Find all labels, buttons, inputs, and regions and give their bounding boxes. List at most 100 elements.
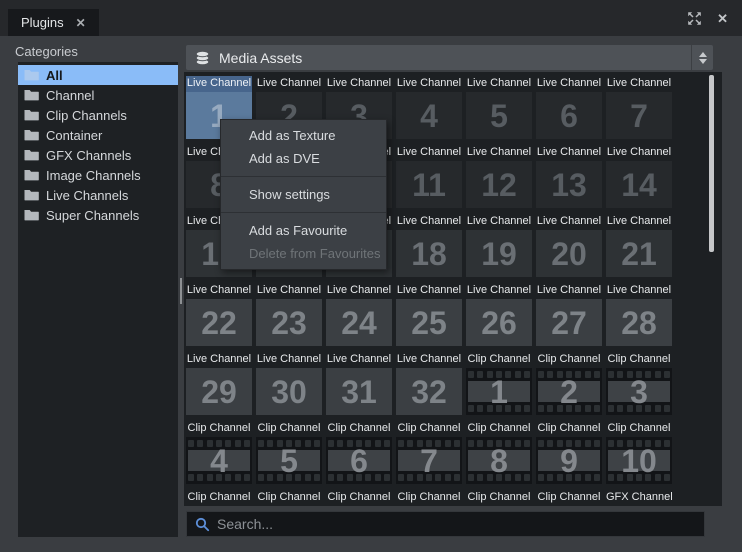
asset-type-spinner[interactable] <box>691 45 713 70</box>
sidebar-item-clip-channels[interactable]: Clip Channels <box>18 105 178 125</box>
asset-cell-live-channel-13[interactable]: Live Channel13 <box>536 145 602 208</box>
asset-cell-clip-channel-2[interactable]: Clip Channel2 <box>536 352 602 415</box>
sidebar-item-all[interactable]: All <box>18 65 178 85</box>
category-label: Super Channels <box>46 208 139 223</box>
asset-thumbnail: 24 <box>326 299 392 346</box>
asset-number: 1 <box>490 376 508 408</box>
menu-item-add-as-favourite[interactable]: Add as Favourite <box>221 219 386 242</box>
pane-splitter[interactable] <box>180 278 182 304</box>
sidebar-item-gfx-channels[interactable]: GFX Channels <box>18 145 178 165</box>
asset-cell-live-channel-22[interactable]: Live Channel22 <box>186 283 252 346</box>
asset-type-label: Clip Channel <box>186 421 252 437</box>
asset-cell-live-channel-24[interactable]: Live Channel24 <box>326 283 392 346</box>
asset-type-label: Live Channel <box>536 214 602 230</box>
asset-cell-live-channel-19[interactable]: Live Channel19 <box>466 214 532 277</box>
asset-thumbnail: 19 <box>466 230 532 277</box>
asset-type-label: GFX Channel <box>606 490 672 506</box>
asset-type-label: Clip Channel <box>326 421 392 437</box>
asset-thumbnail: 7 <box>396 437 462 484</box>
asset-cell-clip-channel-10[interactable]: Clip Channel10 <box>606 421 672 484</box>
asset-cell-clip-channel-7[interactable]: Clip Channel7 <box>396 421 462 484</box>
asset-type-label: Clip Channel <box>326 490 392 506</box>
asset-cell-clip-channel[interactable]: Clip Channel <box>396 490 462 506</box>
asset-cell-live-channel-29[interactable]: Live Channel 29 <box>186 352 252 415</box>
category-label: Channel <box>46 88 94 103</box>
asset-number: 28 <box>621 307 657 339</box>
asset-cell-live-channel-27[interactable]: Live Channel27 <box>536 283 602 346</box>
menu-item-delete-from-favourites: Delete from Favourites <box>221 242 386 265</box>
asset-type-label: Clip Channel <box>466 490 532 506</box>
asset-cell-live-channel-5[interactable]: Live Channel5 <box>466 76 532 139</box>
maximize-icon[interactable] <box>687 11 702 26</box>
asset-thumbnail: 23 <box>256 299 322 346</box>
asset-cell-clip-channel[interactable]: Clip Channel <box>466 490 532 506</box>
asset-cell-clip-channel-4[interactable]: Clip Channel4 <box>186 421 252 484</box>
sidebar-item-super-channels[interactable]: Super Channels <box>18 205 178 225</box>
asset-cell-live-channel-4[interactable]: Live Channel4 <box>396 76 462 139</box>
tab-close-icon[interactable]: ✕ <box>76 16 86 30</box>
asset-type-label: Live Channel <box>396 283 462 299</box>
asset-type-label: Clip Channel <box>466 352 532 368</box>
asset-cell-live-channel-23[interactable]: Live Channel23 <box>256 283 322 346</box>
asset-thumbnail: 7 <box>606 92 672 139</box>
asset-number: 7 <box>420 445 438 477</box>
asset-number: 32 <box>411 376 447 408</box>
window-controls: ✕ <box>687 11 728 26</box>
asset-cell-clip-channel[interactable]: Clip Channel <box>536 490 602 506</box>
asset-cell-live-channel-6[interactable]: Live Channel6 <box>536 76 602 139</box>
asset-cell-live-channel-12[interactable]: Live Channel12 <box>466 145 532 208</box>
plugins-panel: Categories AllChannelClip ChannelsContai… <box>0 36 742 552</box>
asset-type-selector[interactable]: Media Assets <box>186 45 713 70</box>
asset-type-label: Live Channel <box>186 352 252 368</box>
asset-cell-live-channel-7[interactable]: Live Channel7 <box>606 76 672 139</box>
asset-cell-live-channel-28[interactable]: Live Channel28 <box>606 283 672 346</box>
asset-thumbnail: 29 <box>186 368 252 415</box>
asset-cell-live-channel-30[interactable]: Live Channel30 <box>256 352 322 415</box>
asset-type-label: Live Channel <box>256 352 322 368</box>
asset-thumbnail: 20 <box>536 230 602 277</box>
asset-thumbnail: 27 <box>536 299 602 346</box>
vertical-scrollbar[interactable] <box>709 75 714 252</box>
category-label: Container <box>46 128 102 143</box>
asset-cell-live-channel-14[interactable]: Live Channel14 <box>606 145 672 208</box>
asset-cell-live-channel-21[interactable]: Live Channel21 <box>606 214 672 277</box>
asset-thumbnail: 11 <box>396 161 462 208</box>
folder-icon <box>24 89 39 101</box>
asset-cell-clip-channel-6[interactable]: Clip Channel6 <box>326 421 392 484</box>
asset-cell-clip-channel[interactable]: Clip Channel <box>326 490 392 506</box>
asset-type-label: Live Channel <box>326 283 392 299</box>
asset-cell-live-channel-31[interactable]: Live Channel31 <box>326 352 392 415</box>
asset-cell-live-channel-26[interactable]: Live Channel26 <box>466 283 532 346</box>
asset-type-label: Live Channel <box>396 145 462 161</box>
asset-type-label: Clip Channel <box>536 421 602 437</box>
asset-cell-live-channel-32[interactable]: Live Channel32 <box>396 352 462 415</box>
asset-cell-live-channel-11[interactable]: Live Channel11 <box>396 145 462 208</box>
close-icon[interactable]: ✕ <box>717 12 728 25</box>
asset-cell-clip-channel-1[interactable]: Clip Channel 1 <box>466 352 532 415</box>
asset-cell-clip-channel-3[interactable]: Clip Channel3 <box>606 352 672 415</box>
tab-bar: Plugins ✕ ✕ <box>0 0 742 36</box>
tab-plugins[interactable]: Plugins ✕ <box>8 9 99 36</box>
asset-cell-clip-channel[interactable]: Clip Channel <box>256 490 322 506</box>
asset-cell-clip-channel-9[interactable]: Clip Channel9 <box>536 421 602 484</box>
asset-number: 8 <box>490 445 508 477</box>
sidebar-item-container[interactable]: Container <box>18 125 178 145</box>
asset-cell-clip-channel-8[interactable]: Clip Channel8 <box>466 421 532 484</box>
asset-cell-clip-channel-5[interactable]: Clip Channel5 <box>256 421 322 484</box>
sidebar-item-channel[interactable]: Channel <box>18 85 178 105</box>
search-input[interactable] <box>217 516 704 532</box>
sidebar-item-live-channels[interactable]: Live Channels <box>18 185 178 205</box>
asset-thumbnail: 28 <box>606 299 672 346</box>
menu-item-show-settings[interactable]: Show settings <box>221 183 386 206</box>
asset-cell-clip-channel[interactable]: Clip Channel <box>186 490 252 506</box>
sidebar-item-image-channels[interactable]: Image Channels <box>18 165 178 185</box>
asset-number: 12 <box>481 169 517 201</box>
asset-cell-live-channel-25[interactable]: Live Channel25 <box>396 283 462 346</box>
asset-cell-live-channel-18[interactable]: Live Channel18 <box>396 214 462 277</box>
asset-cell-live-channel-20[interactable]: Live Channel20 <box>536 214 602 277</box>
asset-number: 29 <box>201 376 237 408</box>
menu-item-add-as-texture[interactable]: Add as Texture <box>221 124 386 147</box>
asset-type-label: Clip Channel <box>536 352 602 368</box>
menu-item-add-as-dve[interactable]: Add as DVE <box>221 147 386 170</box>
asset-cell-gfx-channel[interactable]: GFX Channel <box>606 490 672 506</box>
